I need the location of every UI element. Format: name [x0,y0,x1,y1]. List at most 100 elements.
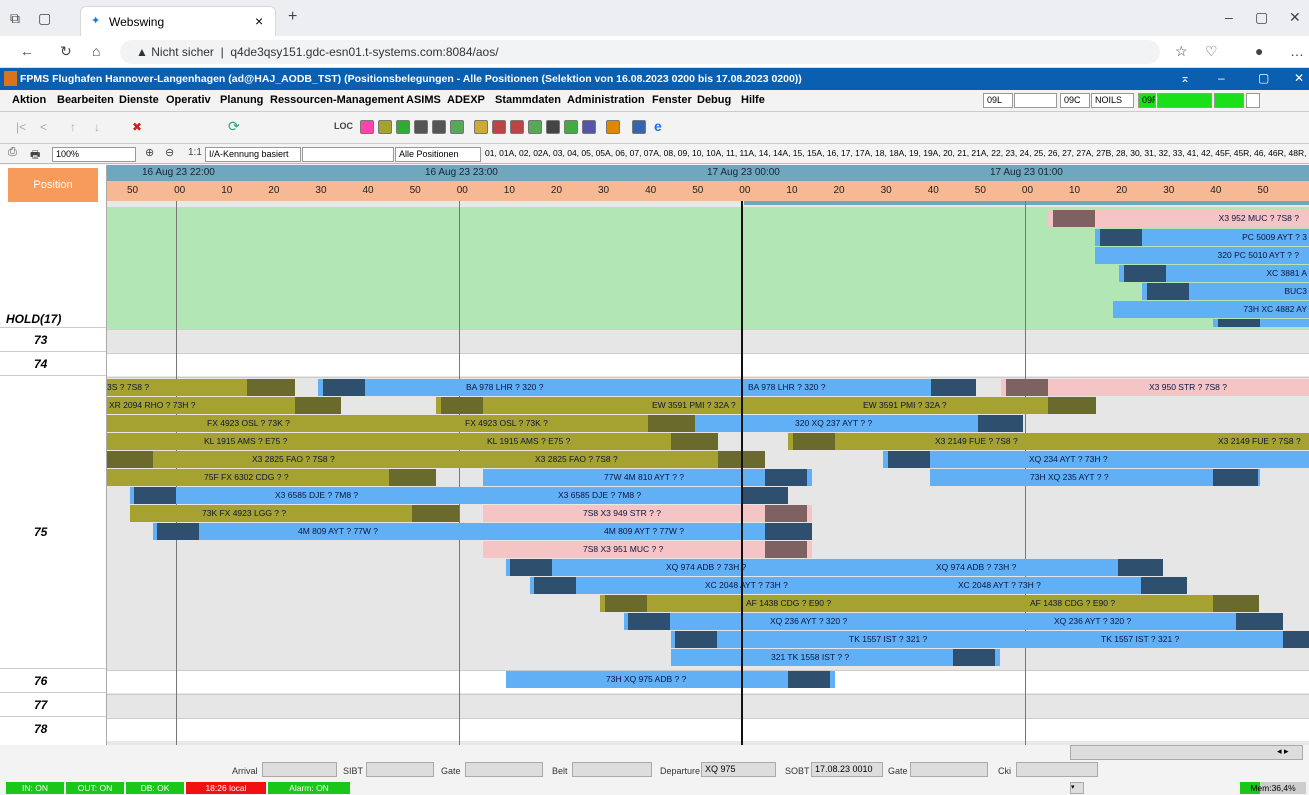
url-field[interactable]: ▲ Nicht sicher | q4de3qsy151.gdc-esn01.t… [120,40,1160,64]
runway-field-3[interactable]: NOILS [1091,93,1134,108]
gate-field[interactable] [465,762,543,777]
tool-11-icon[interactable] [546,120,560,134]
more-icon[interactable]: … [1290,43,1304,59]
menu-fenster[interactable]: Fenster [652,94,692,106]
prev-icon[interactable]: < [40,120,47,134]
flight-bar[interactable]: 320 XQ 237 AYT ? ? [695,415,1023,432]
flight-bar[interactable]: X3 950 STR ? 7S8 ? [1001,379,1309,396]
row-77[interactable]: 77 [0,694,106,717]
flight-bar[interactable]: BA 978 LHR ? 320 ? BA 978 LHR ? 320 ? [318,379,976,396]
menu-operativ[interactable]: Operativ [166,94,211,106]
runway-field-1[interactable]: 09L [983,93,1013,108]
flight-bar[interactable]: 3S ? 7S8 ? [107,379,295,396]
cki-field[interactable] [1016,762,1098,777]
delete-icon[interactable]: ✖ [132,120,142,134]
mode-select[interactable]: I/A-Kennung basiert [205,147,301,162]
first-icon[interactable]: |< [16,120,26,134]
loc-icon[interactable]: LOC [334,121,353,131]
row-73[interactable]: 73 [0,329,106,352]
flight-bar[interactable]: AF 1438 CDG ? E90 ? AF 1438 CDG ? E90 ? [600,595,1259,612]
tool-4-icon[interactable] [414,120,428,134]
row-76[interactable]: 76 [0,670,106,693]
favorites-icon[interactable]: ♡ [1205,43,1218,60]
menu-debug[interactable]: Debug [697,94,731,106]
flight-bar[interactable]: 7S8 X3 949 STR ? ? [483,505,812,522]
scale-label[interactable]: 1:1 [188,147,202,158]
up-icon[interactable]: ↑ [70,120,76,134]
flight-bar[interactable]: X3 2149 FUE ? 7S8 ? X3 2149 FUE ? 7S8 ? [788,433,1309,450]
position-header[interactable]: Position [8,168,98,202]
flight-bar[interactable]: X3 952 MUC ? 7S8 ? [1048,210,1309,227]
menu-aktion[interactable]: Aktion [12,94,46,106]
flight-bar[interactable]: 73K FX 4923 LGG ? ? [130,505,459,522]
menu-hilfe[interactable]: Hilfe [741,94,765,106]
print-icon[interactable]: 🖶 [30,146,40,165]
collapse-icon[interactable]: ⌅ [1180,71,1190,85]
browser-tab[interactable]: ✦ Webswing × [80,6,276,36]
maximize-icon[interactable]: ▢ [1255,9,1268,26]
workspaces-icon[interactable]: ⧉ [10,10,20,27]
zoom-in-icon[interactable]: ⊕ [145,146,154,159]
back-icon[interactable]: ← [20,43,34,59]
flight-bar[interactable]: PC 5009 AYT ? 3 [1095,229,1309,246]
tool-5-icon[interactable] [432,120,446,134]
runway-field-4[interactable]: 09R [1138,93,1156,108]
tool-3-icon[interactable] [396,120,410,134]
flight-bar[interactable]: KL 1915 AMS ? E75 ? KL 1915 AMS ? E75 ? [107,433,718,450]
tool-15-icon[interactable] [632,120,646,134]
tool-8-icon[interactable] [492,120,506,134]
flight-bar[interactable]: 7S8 X3 951 MUC ? ? [483,541,812,558]
tool-14-icon[interactable] [606,120,620,134]
flight-bar[interactable]: XQ 974 ADB ? 73H ? XQ 974 ADB ? 73H ? [506,559,1163,576]
flight-bar[interactable]: EW 3591 PMI ? 32A ? EW 3591 PMI ? 32A ? [436,397,1096,414]
row-hold[interactable]: HOLD(17) [0,200,106,328]
tool-10-icon[interactable] [528,120,542,134]
profile-icon[interactable]: ● [1255,43,1263,59]
minimize-icon[interactable]: – [1225,9,1233,25]
flight-bar[interactable]: 4M 809 AYT ? 77W ? 4M 809 AYT ? 77W ? [153,523,812,540]
flight-bar[interactable]: 75F FX 6302 CDG ? ? [107,469,436,486]
tool-2-icon[interactable] [378,120,392,134]
status-dropdown[interactable]: ▾ [1070,782,1084,794]
close-window-icon[interactable]: ✕ [1289,9,1301,26]
flight-bar[interactable]: XC 3881 A [1119,265,1309,282]
row-78[interactable]: 78 [0,718,106,741]
close-tab-icon[interactable]: × [255,13,263,29]
tab-actions-icon[interactable]: ▢ [38,10,51,27]
refresh-icon[interactable]: ⟳ [228,118,240,135]
app-close-icon[interactable]: ✕ [1294,71,1304,85]
belt-field[interactable] [572,762,652,777]
tool-9-icon[interactable] [510,120,524,134]
flight-bar[interactable]: XR 2094 RHO ? 73H ? [107,397,341,414]
next-icon[interactable]: ↓ [94,120,100,134]
menu-asims[interactable]: ASIMS [406,94,441,106]
runway-field-2[interactable]: 09C [1060,93,1090,108]
menu-administration[interactable]: Administration [567,94,645,106]
app-maximize-icon[interactable]: ▢ [1258,71,1269,85]
tool-6-icon[interactable] [450,120,464,134]
horizontal-scrollbar[interactable] [1070,745,1303,760]
row-75[interactable]: 75 [0,377,106,669]
positions-select[interactable]: Alle Positionen [395,147,481,162]
sobt-field[interactable]: 17.08.23 0010 [811,762,883,777]
flight-bar[interactable] [1213,319,1309,327]
flight-bar[interactable]: TK 1557 IST ? 321 ? TK 1557 IST ? 321 ? [671,631,1309,648]
menu-ressourcen[interactable]: Ressourcen-Management [270,94,404,106]
flight-bar[interactable]: FX 4923 OSL ? 73K ? FX 4923 OSL ? 73K ? [107,415,695,432]
tool-1-icon[interactable] [360,120,374,134]
flight-bar[interactable]: 77W 4M 810 AYT ? ? [483,469,812,486]
departure-field[interactable]: XQ 975 [701,762,776,777]
zoom-out-icon[interactable]: ⊖ [165,146,174,159]
flight-bar[interactable]: X3 2825 FAO ? 7S8 ? X3 2825 FAO ? 7S8 ? [107,451,765,468]
flight-bar[interactable]: 73H XQ 975 ADB ? ? [506,671,835,688]
flight-bar[interactable]: 320 PC 5010 AYT ? ? [1095,247,1309,264]
flight-bar[interactable]: XQ 236 AYT ? 320 ? XQ 236 AYT ? 320 ? [624,613,1283,630]
sibt-field[interactable] [366,762,434,777]
menu-stammdaten[interactable]: Stammdaten [495,94,561,106]
gantt-chart[interactable]: 16 Aug 23 22:00 16 Aug 23 23:00 17 Aug 2… [107,165,1309,745]
home-icon[interactable]: ⌂ [92,43,100,59]
gate2-field[interactable] [910,762,988,777]
reload-icon[interactable]: ↻ [60,43,72,60]
flight-bar[interactable]: X3 6585 DJE ? 7M8 ? X3 6585 DJE ? 7M8 ? [130,487,788,504]
extensions-icon[interactable]: ☆ [1175,43,1188,60]
